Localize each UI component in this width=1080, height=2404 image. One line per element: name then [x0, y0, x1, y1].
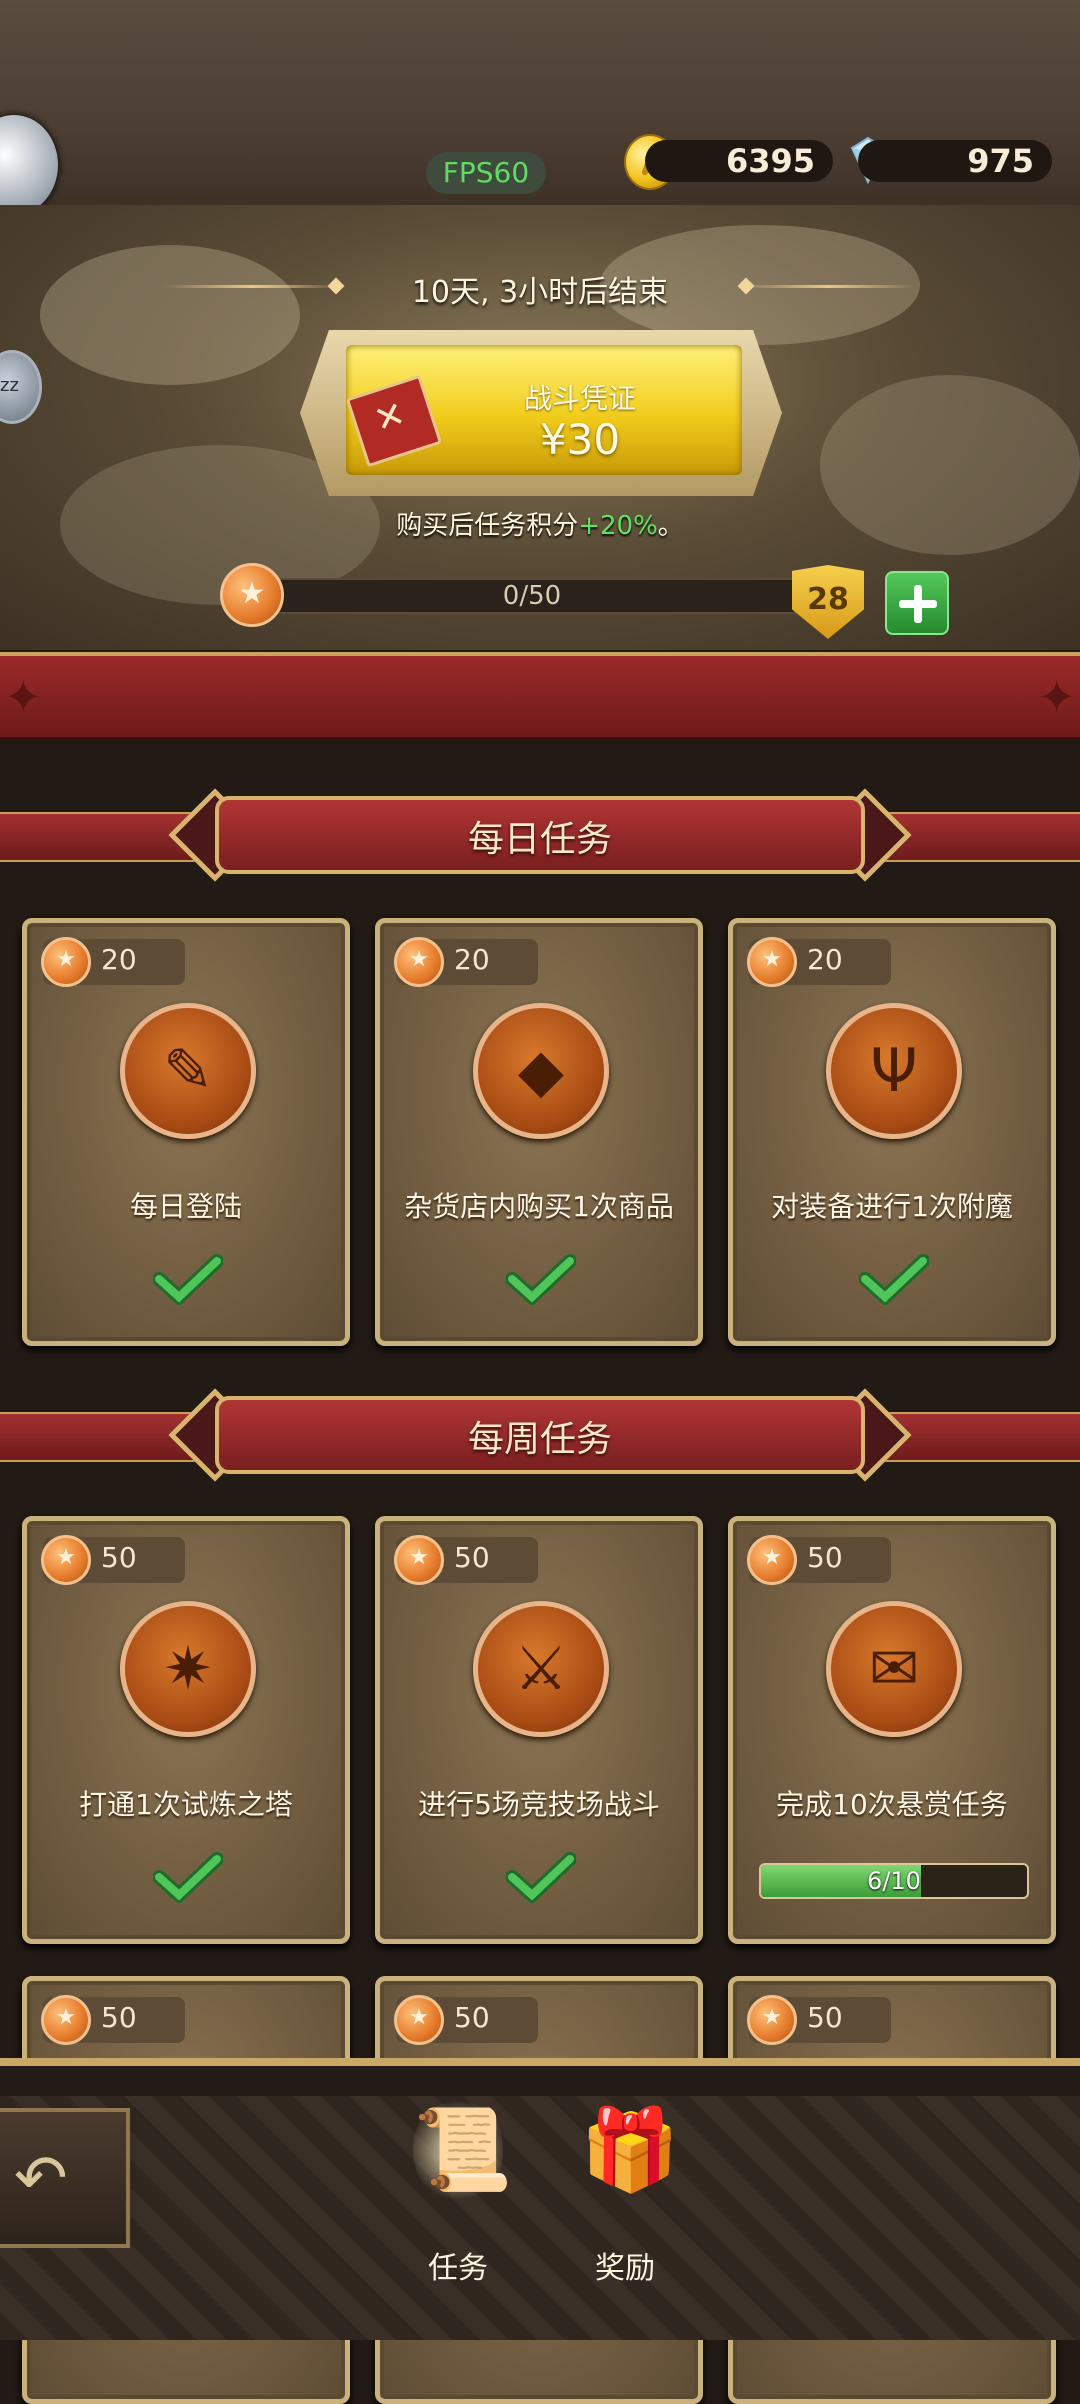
crossed-swords-icon: ⚔ — [473, 1601, 609, 1737]
task-points: 50 — [807, 1541, 843, 1574]
weekly-tasks-header: 每周任务 — [0, 1388, 1080, 1482]
star-points-icon: ★ — [394, 1535, 444, 1585]
decorative-red-band — [0, 652, 1080, 740]
pass-progress-text: 0/50 — [502, 581, 562, 611]
task-points: 20 — [454, 943, 490, 976]
nav-tasks-label: 任务 — [428, 2251, 488, 2286]
bonus-suffix: 。 — [657, 511, 684, 541]
back-button[interactable]: ↶ — [0, 2108, 130, 2248]
scroll-icon: ✉ — [826, 1601, 962, 1737]
task-label: 完成10次悬赏任务 — [776, 1788, 1008, 1821]
task-label: 杂货店内购买1次商品 — [404, 1190, 674, 1223]
side-secondary-label: zz — [0, 375, 19, 396]
nav-tab-rewards[interactable]: 🎁 奖励 — [555, 2085, 695, 2286]
back-arrow-icon: ↶ — [14, 2142, 68, 2216]
battle-pass-banner: 10天, 3小时后结束 战斗凭证 ¥30 购买后任务积分+20%。 0/50 ★… — [0, 205, 1080, 650]
checkmark-icon — [859, 1254, 929, 1305]
task-label: 对装备进行1次附魔 — [771, 1190, 1013, 1223]
task-points: 50 — [807, 2001, 843, 2034]
gem-counter: 975 — [858, 140, 1052, 182]
pass-level: 28 — [807, 582, 849, 617]
task-points: 20 — [807, 943, 843, 976]
bottom-nav — [0, 2058, 1080, 2340]
gold-counter: 6395 — [645, 140, 833, 182]
task-points: 50 — [101, 2001, 137, 2034]
checkmark-icon — [506, 1254, 576, 1305]
task-points: 50 — [454, 2001, 490, 2034]
task-card[interactable]: ★ 50 ✷ 打通1次试炼之塔 — [22, 1516, 350, 1944]
task-card[interactable]: ★ 50 ⚔ 进行5场竞技场战斗 — [375, 1516, 703, 1944]
star-points-icon: ★ — [41, 1535, 91, 1585]
event-countdown: 10天, 3小时后结束 — [411, 275, 669, 310]
star-points-icon: ★ — [220, 563, 284, 627]
task-label: 打通1次试炼之塔 — [79, 1788, 293, 1821]
star-points-icon: ★ — [394, 937, 444, 987]
task-progress-text: 6/10 — [867, 1867, 921, 1895]
star-points-icon: ★ — [747, 937, 797, 987]
task-card[interactable]: ★ 20 Ψ 对装备进行1次附魔 — [728, 918, 1056, 1346]
gem-bag-icon: ◆ — [473, 1003, 609, 1139]
task-card[interactable]: ★ 20 ◆ 杂货店内购买1次商品 — [375, 918, 703, 1346]
task-label: 每日登陆 — [129, 1190, 242, 1223]
bonus-prefix: 购买后任务积分 — [396, 511, 579, 541]
nav-tab-tasks[interactable]: 📜 任务 — [388, 2085, 528, 2286]
star-points-icon: ★ — [394, 1995, 444, 2045]
weekly-tasks-title: 每周任务 — [467, 1419, 612, 1460]
scroll-icon: 📜 — [413, 2095, 513, 2205]
task-card[interactable]: ★ 20 ✎ 每日登陆 — [22, 918, 350, 1346]
task-card[interactable]: ★ 50 ✉ 完成10次悬赏任务 6/10 — [728, 1516, 1056, 1944]
task-progress-bar: 6/10 — [759, 1863, 1029, 1899]
enchant-rune-icon: Ψ — [826, 1003, 962, 1139]
gift-box-icon: 🎁 — [580, 2103, 680, 2196]
battle-pass-title: 战斗凭证 — [523, 382, 636, 415]
task-points: 20 — [101, 943, 137, 976]
checkmark-icon — [506, 1852, 576, 1903]
daily-tasks-header: 每日任务 — [0, 788, 1080, 882]
star-points-icon: ★ — [747, 1535, 797, 1585]
daily-tasks-title: 每日任务 — [467, 819, 612, 860]
checkmark-icon — [153, 1852, 223, 1903]
checkmark-icon — [153, 1254, 223, 1305]
task-label: 进行5场竞技场战斗 — [418, 1788, 660, 1821]
star-points-icon: ★ — [41, 1995, 91, 2045]
nav-rewards-label: 奖励 — [595, 2251, 655, 2286]
battle-pass-price: ¥30 — [539, 415, 621, 464]
bonus-description: 购买后任务积分+20%。 — [0, 505, 1080, 542]
star-points-icon: ★ — [41, 937, 91, 987]
bonus-value: +20% — [578, 511, 658, 541]
add-level-button[interactable] — [885, 571, 949, 635]
fps-indicator: FPS60 — [426, 152, 546, 194]
pass-progress-bar: 0/50 — [250, 578, 810, 614]
notebook-icon: ✎ — [120, 1003, 256, 1139]
tower-emblem-icon: ✷ — [120, 1601, 256, 1737]
task-points: 50 — [101, 1541, 137, 1574]
star-points-icon: ★ — [747, 1995, 797, 2045]
task-points: 50 — [454, 1541, 490, 1574]
